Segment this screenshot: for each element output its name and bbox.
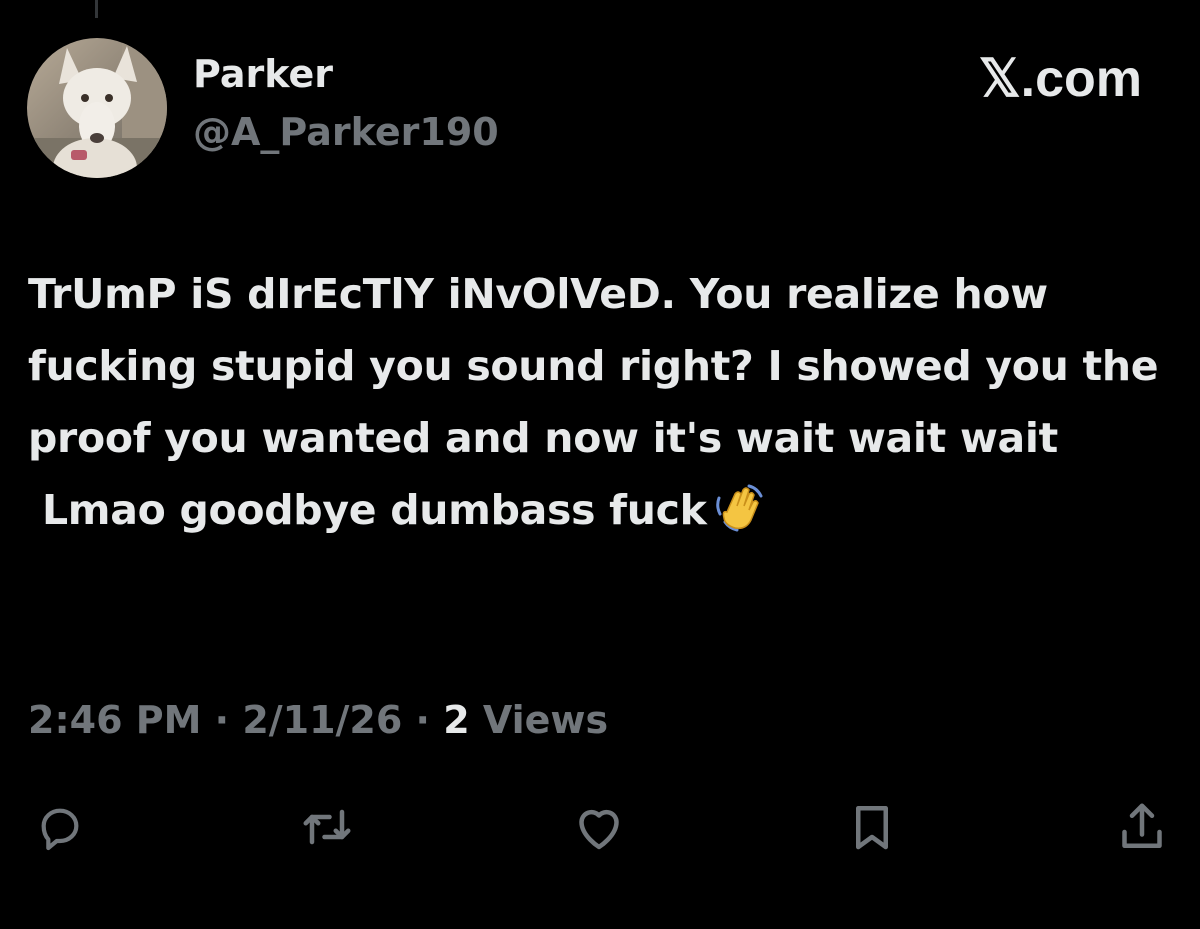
thread-connector-line (95, 0, 98, 18)
reply-button[interactable] (28, 795, 92, 859)
tweet-time[interactable]: 2:46 PM (28, 698, 201, 742)
retweet-icon (303, 809, 351, 845)
waving-hand-emoji (713, 482, 765, 556)
like-button[interactable] (567, 795, 631, 859)
tweet-action-bar (0, 795, 1200, 865)
author-display-name[interactable]: Parker (193, 52, 333, 98)
meta-separator: · (201, 698, 243, 742)
avatar[interactable] (27, 38, 167, 178)
reply-icon (41, 808, 79, 851)
meta-separator: · (402, 698, 444, 742)
avatar-dog-image (27, 38, 167, 178)
bookmark-icon (856, 806, 888, 850)
x-brand-logo: 𝕏.com (978, 50, 1142, 108)
tweet-meta: 2:46 PM · 2/11/26 · 2 Views (28, 698, 608, 744)
share-button[interactable] (1110, 795, 1174, 859)
views-count[interactable]: 2 (443, 698, 469, 742)
bookmark-button[interactable] (840, 795, 904, 859)
like-icon (579, 809, 619, 850)
tweet-date[interactable]: 2/11/26 (242, 698, 402, 742)
tweet-text-content: TrUmP iS dIrEcTlY iNvOlVeD. You realize … (28, 270, 1159, 534)
share-icon (1122, 803, 1162, 848)
author-handle[interactable]: @A_Parker190 (193, 110, 499, 156)
retweet-button[interactable] (295, 795, 359, 859)
tweet-text: TrUmP iS dIrEcTlY iNvOlVeD. You realize … (28, 258, 1168, 556)
views-label[interactable]: Views (470, 698, 608, 742)
